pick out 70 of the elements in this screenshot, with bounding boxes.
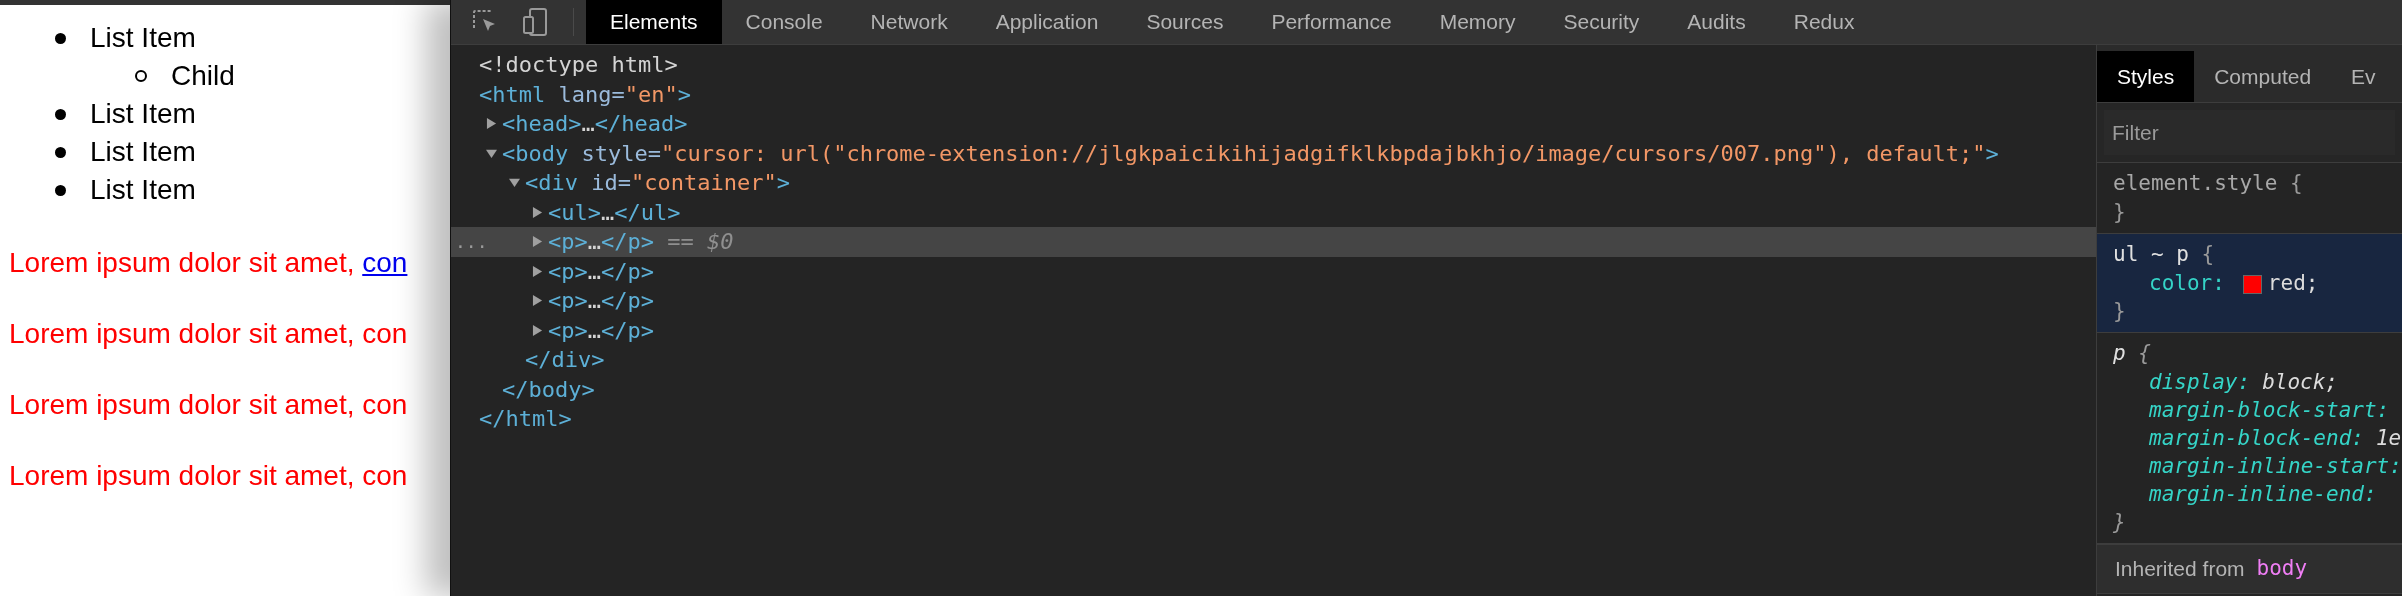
code-line: <p>…</p> == $0 (548, 228, 734, 257)
panel-tab[interactable]: Audits (1663, 0, 1770, 44)
code-line: <!doctype html> (479, 51, 678, 80)
css-property: margin-block-start: (2149, 397, 2390, 425)
triangle-right-icon[interactable] (532, 206, 543, 218)
css-property: color: (2149, 270, 2225, 298)
code-line: </div> (525, 346, 605, 375)
triangle-down-icon[interactable] (486, 147, 497, 159)
list-item: List Item (90, 135, 196, 169)
code-line: </html> (479, 405, 572, 434)
paragraph: Lorem ipsum dolor sit amet, con (9, 317, 409, 351)
css-property: margin-inline-end: (2149, 481, 2377, 509)
code-line: <p>…</p> (548, 257, 654, 286)
code-line: } (2113, 298, 2126, 326)
bullet-icon (55, 108, 66, 120)
code-line: <p>…</p> (548, 287, 654, 316)
filter-field[interactable]: Filter (2104, 110, 2395, 155)
code-line: </body> (502, 375, 595, 404)
list-item: List Item (90, 21, 196, 55)
triangle-right-icon[interactable] (532, 236, 543, 248)
css-value: block; (2262, 369, 2338, 397)
bullet-icon (55, 32, 66, 44)
css-value: red; (2267, 270, 2319, 298)
list-item: Child (171, 59, 235, 93)
code-line: <p>…</p> (548, 316, 654, 345)
triangle-right-icon[interactable] (532, 265, 543, 277)
panel-tab[interactable]: Sources (1122, 0, 1248, 44)
sidebar-tab[interactable]: Styles (2097, 51, 2195, 102)
panel-tab[interactable]: Application (971, 0, 1123, 44)
panel-tab[interactable]: Performance (1247, 0, 1416, 44)
link[interactable]: con (362, 247, 408, 278)
panel-tab[interactable]: Memory (1415, 0, 1540, 44)
inherited-label: Inherited from (2115, 556, 2245, 583)
panel-tab[interactable]: Security (1539, 0, 1664, 44)
panel-tab[interactable]: Console (721, 0, 847, 44)
triangle-right-icon[interactable] (532, 324, 543, 336)
triangle-down-icon[interactable] (509, 177, 520, 189)
code-line: <body style="cursor: url("chrome-extension://jlgkpaicikihijadgifklkbpdajbkhjo/image/cursors/007.png"), default;"> (502, 139, 1999, 168)
css-property: margin-inline-start: (2149, 453, 2402, 481)
rule-selector: element.style { (2113, 170, 2303, 198)
code-line: } (2113, 199, 2126, 227)
element-link[interactable]: body (2256, 553, 2308, 585)
css-value: 1e (2375, 425, 2402, 453)
css-property: display: (2149, 369, 2251, 397)
paragraph: Lorem ipsum dolor sit amet, con (9, 459, 409, 493)
color-swatch[interactable] (2242, 274, 2262, 294)
list-item: List Item (90, 173, 196, 207)
code-line: <div id="container"> (525, 169, 790, 198)
more-dots[interactable]: ... (455, 232, 488, 251)
sidebar-tab[interactable]: Computed (2194, 51, 2332, 102)
panel-tab[interactable]: Elements (586, 0, 722, 44)
bullet-icon (55, 146, 66, 158)
panel-tab[interactable]: Network (846, 0, 972, 44)
panel-tab[interactable]: Redux (1769, 0, 1879, 44)
rule-selector: p { (2113, 340, 2151, 368)
code-line: <ul>…</ul> (548, 198, 681, 227)
triangle-right-icon[interactable] (486, 118, 497, 130)
selected-row[interactable]: ... <p>…</p> == $0 (451, 227, 2096, 257)
bullet-icon (55, 184, 66, 196)
triangle-right-icon[interactable] (532, 295, 543, 307)
rule-selector: ul ~ p { (2113, 241, 2215, 269)
css-property: margin-block-end: (2149, 425, 2364, 453)
paragraph: Lorem ipsum dolor sit amet, con (9, 246, 409, 280)
paragraph: Lorem ipsum dolor sit amet, con (9, 388, 409, 422)
list-item: List Item (90, 97, 196, 131)
sidebar-tab[interactable]: Ev (2331, 51, 2396, 102)
code-line: } (2113, 509, 2126, 537)
code-line: <head>…</head> (502, 110, 688, 139)
circle-bullet-icon (135, 70, 147, 82)
code-line: <html lang="en"> (479, 80, 691, 109)
